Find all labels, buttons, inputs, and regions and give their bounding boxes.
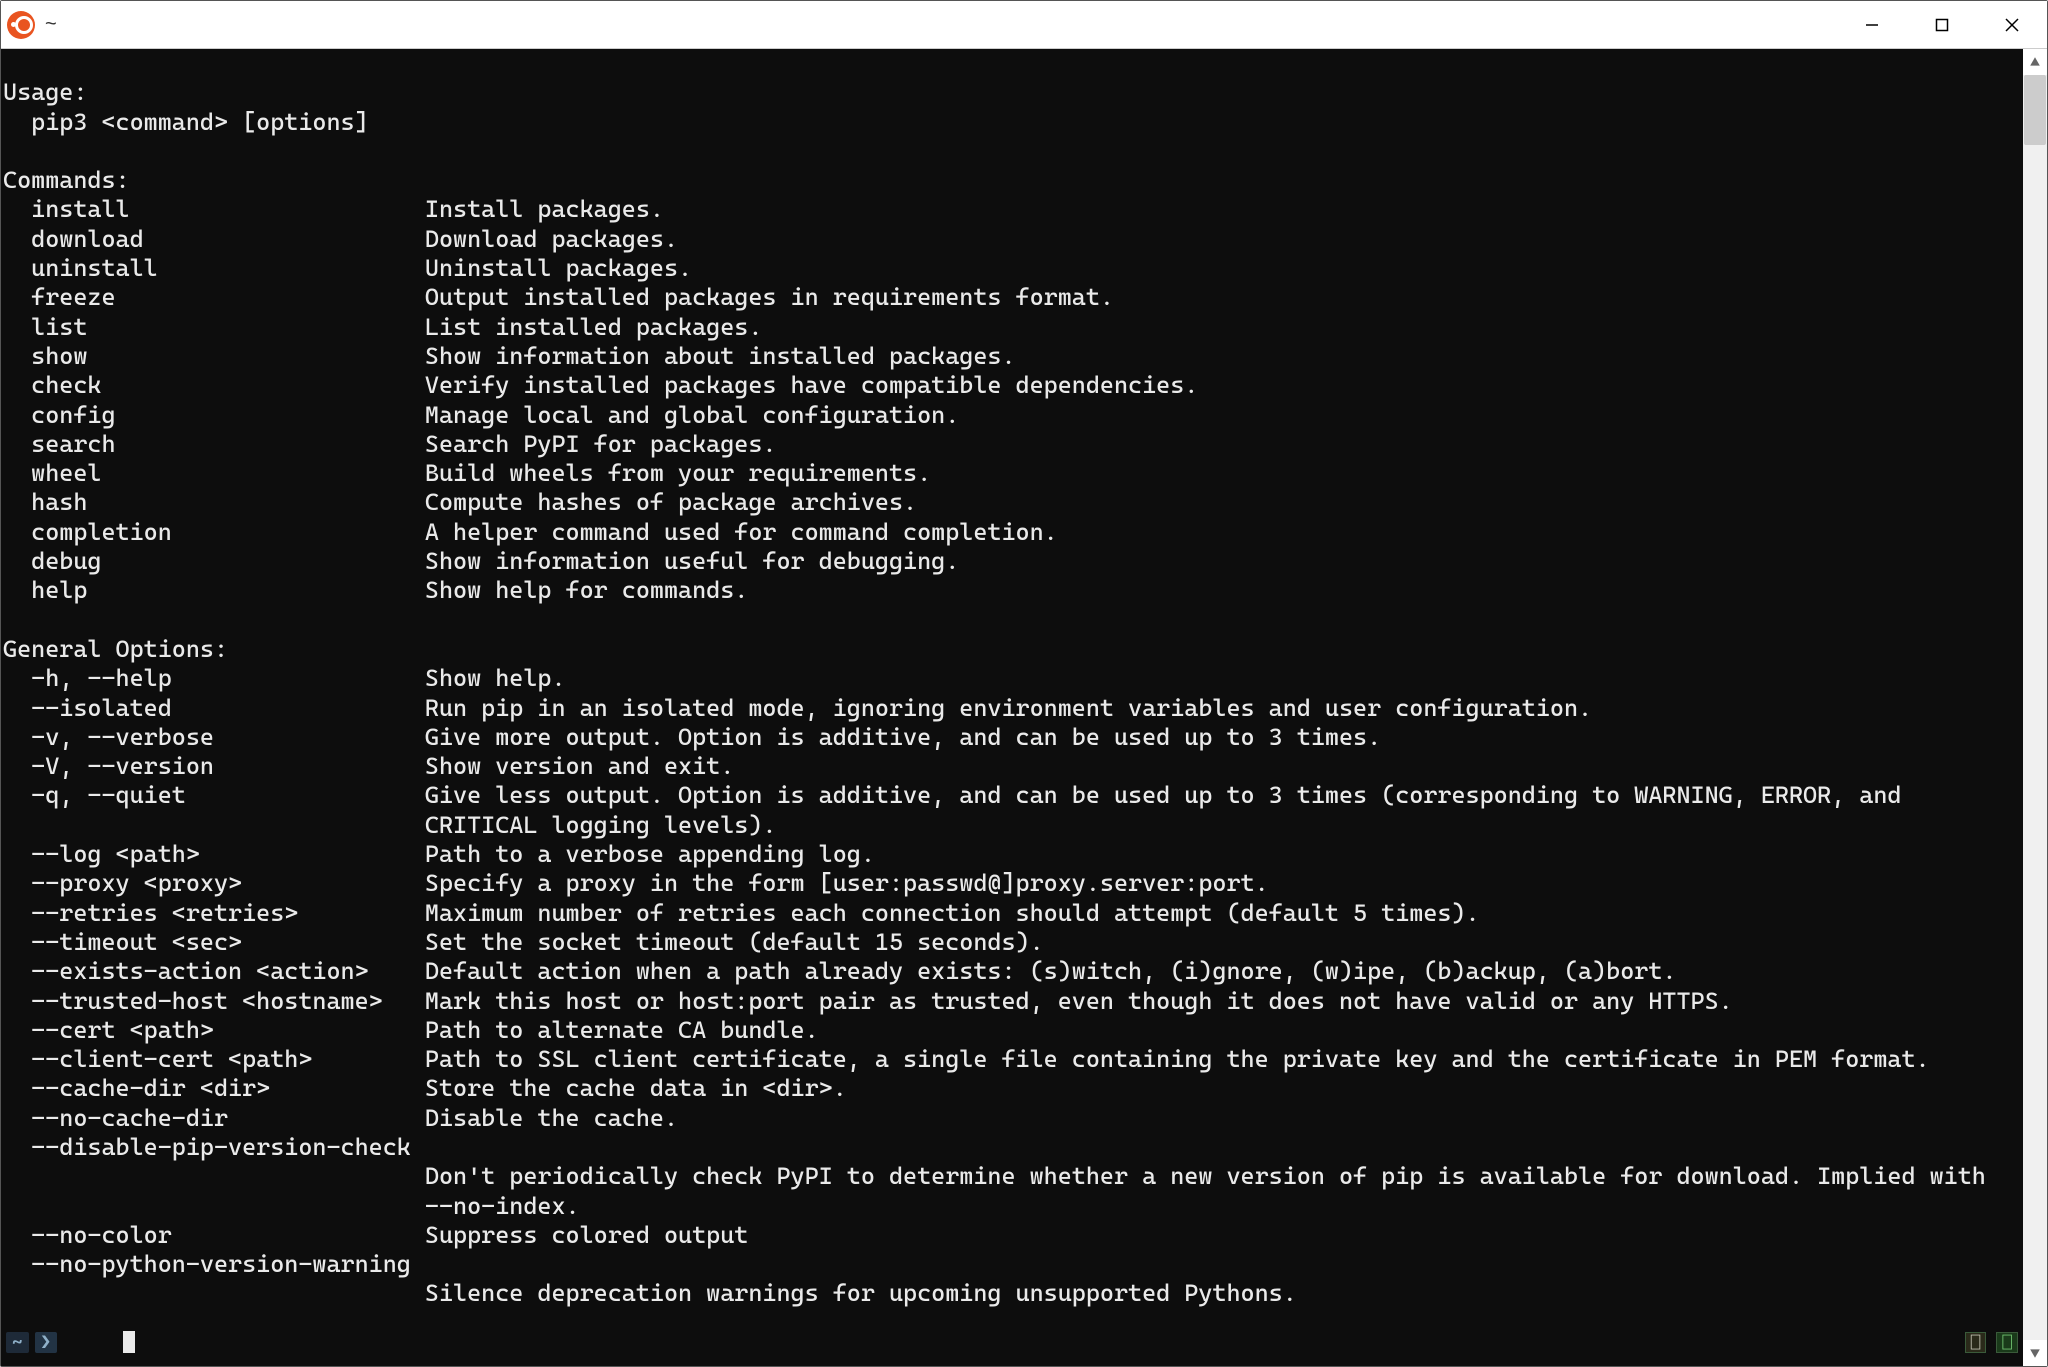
status-indicator-1: ⎕ <box>1965 1332 1987 1353</box>
window-controls <box>1837 1 2047 48</box>
close-icon <box>2005 18 2019 32</box>
ubuntu-logo-icon <box>7 11 35 39</box>
minimize-icon <box>1865 18 1879 32</box>
statusbar: ~ ❯ ⎕ ⎕ <box>2 1319 2022 1365</box>
terminal-output[interactable]: Usage: pip3 <command> [options] Commands… <box>1 49 2023 1366</box>
statusbar-left: ~ ❯ <box>6 1331 135 1353</box>
scrollbar[interactable] <box>2023 49 2047 1366</box>
terminal-window: ~ Usage: pip3 <command> [opt <box>0 0 2048 1367</box>
statusbar-right: ⎕ ⎕ <box>1965 1332 2018 1353</box>
scrollbar-up-button[interactable] <box>2023 49 2047 75</box>
terminal-area: Usage: pip3 <command> [options] Commands… <box>1 49 2047 1366</box>
minimize-button[interactable] <box>1837 1 1907 48</box>
titlebar[interactable]: ~ <box>1 1 2047 49</box>
close-button[interactable] <box>1977 1 2047 48</box>
status-prompt-badge: ❯ <box>35 1332 58 1353</box>
scrollbar-thumb[interactable] <box>2024 75 2046 145</box>
maximize-button[interactable] <box>1907 1 1977 48</box>
chevron-up-icon <box>2029 56 2041 68</box>
scrollbar-down-button[interactable] <box>2023 1340 2047 1366</box>
terminal-cursor <box>123 1331 135 1353</box>
chevron-down-icon <box>2029 1347 2041 1359</box>
maximize-icon <box>1935 18 1949 32</box>
titlebar-left: ~ <box>1 11 1837 39</box>
window-title: ~ <box>45 13 57 36</box>
scrollbar-track[interactable] <box>2023 75 2047 1340</box>
status-path-badge: ~ <box>6 1332 29 1353</box>
status-indicator-2: ⎕ <box>1996 1332 2018 1353</box>
